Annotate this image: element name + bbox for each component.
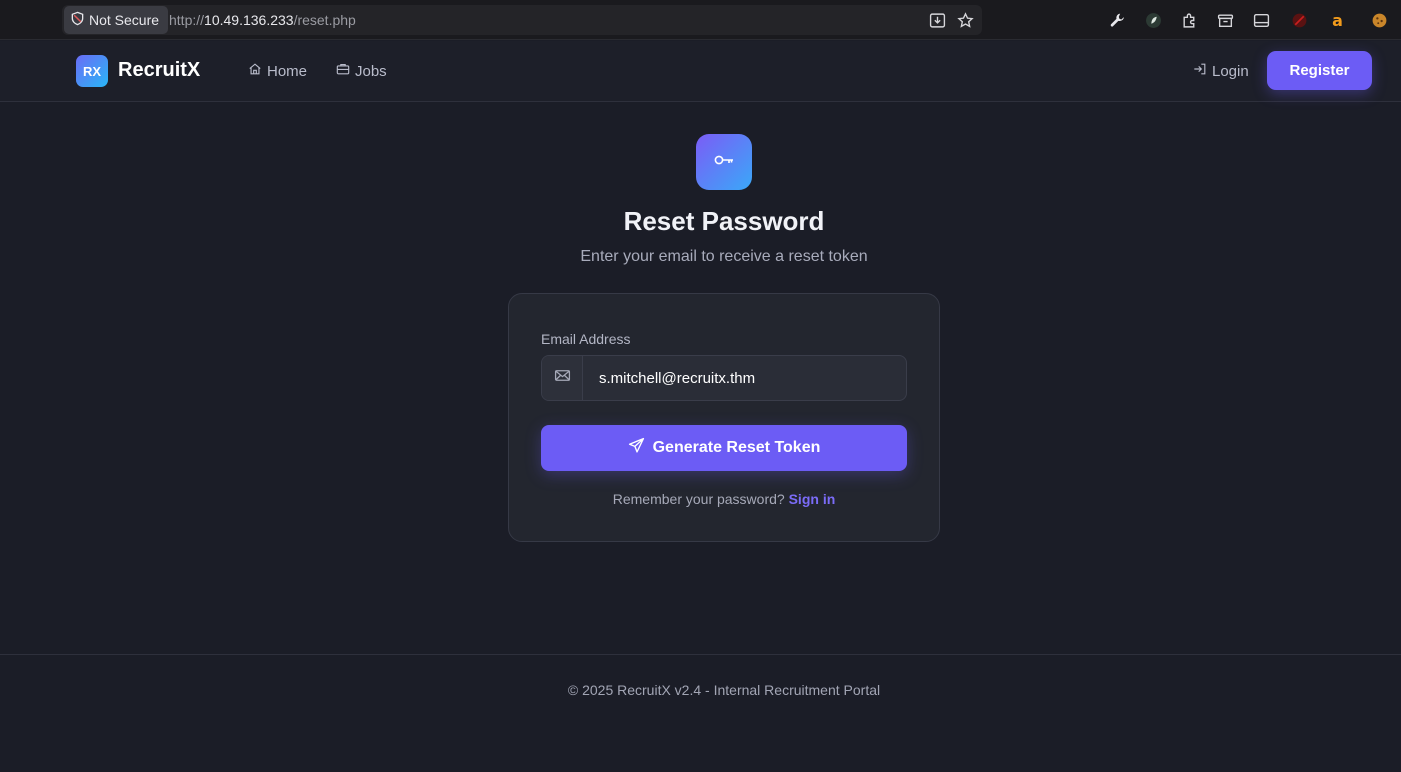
- briefcase-icon: [336, 62, 350, 80]
- extensions-puzzle-icon[interactable]: [1180, 11, 1198, 29]
- login-icon: [1193, 62, 1207, 80]
- email-input[interactable]: [584, 356, 906, 400]
- download-icon[interactable]: [928, 11, 946, 29]
- nav-home-link[interactable]: Home: [248, 62, 307, 80]
- email-addon: [542, 356, 583, 400]
- nav-jobs-label: Jobs: [355, 62, 387, 80]
- amazon-assistant-icon[interactable]: a: [1328, 11, 1346, 29]
- shield-icon: [70, 11, 85, 29]
- extension-leaf-icon[interactable]: [1144, 11, 1162, 29]
- key-icon: [712, 148, 736, 177]
- page-title: Reset Password: [623, 206, 825, 236]
- email-label: Email Address: [541, 331, 631, 347]
- bookmark-star-icon[interactable]: [956, 11, 974, 29]
- browser-toolbar: Not Secure http://10.49.136.233/reset.ph…: [0, 0, 1401, 40]
- generate-reset-token-button[interactable]: Generate Reset Token: [541, 425, 907, 471]
- site-footer: © 2025 RecruitX v2.4 - Internal Recruitm…: [0, 654, 1401, 772]
- nav-jobs-link[interactable]: Jobs: [336, 62, 387, 80]
- sign-in-link[interactable]: Sign in: [789, 491, 836, 507]
- svg-text:a: a: [1332, 12, 1343, 29]
- container-box-icon[interactable]: [1216, 11, 1234, 29]
- footer-text: © 2025 RecruitX v2.4 - Internal Recruitm…: [567, 682, 881, 698]
- nav-login-link[interactable]: Login: [1193, 62, 1249, 80]
- brand-name[interactable]: RecruitX: [118, 59, 200, 82]
- generate-reset-token-label: Generate Reset Token: [652, 439, 821, 456]
- site-navbar: RX RecruitX Home Jobs Login Register: [0, 41, 1401, 102]
- remember-prompt: Remember your password?: [612, 491, 785, 507]
- address-bar[interactable]: Not Secure http://10.49.136.233/reset.ph…: [62, 5, 982, 35]
- url-text[interactable]: http://10.49.136.233/reset.php: [169, 12, 356, 28]
- wrench-icon[interactable]: [1108, 11, 1126, 29]
- page-subtitle: Enter your email to receive a reset toke…: [580, 248, 868, 265]
- register-button[interactable]: Register: [1267, 51, 1372, 90]
- security-indicator[interactable]: Not Secure: [64, 6, 169, 34]
- home-icon: [248, 62, 262, 80]
- remember-password-text: Remember your password? Sign in: [509, 491, 939, 507]
- logo-badge[interactable]: RX: [76, 55, 108, 87]
- blocker-icon[interactable]: [1290, 11, 1308, 29]
- sidebar-icon[interactable]: [1252, 11, 1270, 29]
- email-input-group: [541, 355, 907, 401]
- cookie-extension-icon[interactable]: [1370, 11, 1388, 29]
- send-icon: [628, 437, 645, 459]
- reset-form-card: Email Address Generate Reset Token Remem…: [508, 293, 940, 542]
- security-label: Not Secure: [89, 12, 160, 28]
- nav-home-label: Home: [267, 62, 308, 80]
- envelope-icon: [554, 367, 571, 389]
- nav-login-label: Login: [1212, 62, 1249, 80]
- key-badge: [696, 134, 752, 190]
